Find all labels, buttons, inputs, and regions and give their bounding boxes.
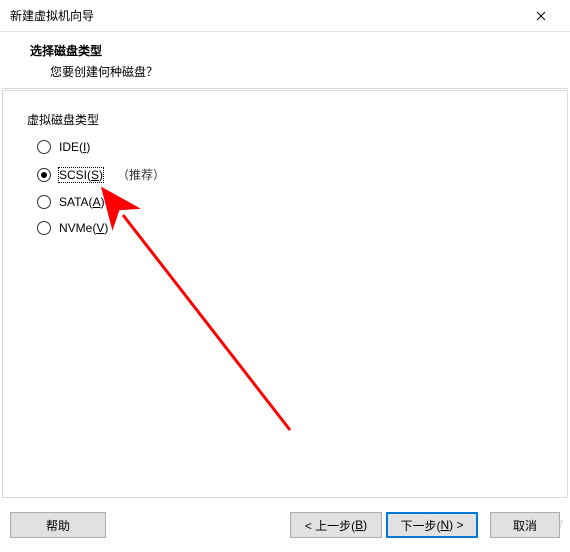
radio-label: IDE(I)	[59, 140, 90, 154]
cancel-button[interactable]: 取消	[490, 512, 560, 538]
radio-label: SCSI(S)	[59, 168, 103, 182]
page-subtitle: 您要创建何种磁盘？	[50, 63, 556, 80]
back-button[interactable]: < 上一步(B)	[290, 512, 382, 538]
radio-icon	[37, 195, 51, 209]
wizard-footer: 帮助 < 上一步(B) 下一步(N) > 取消	[0, 498, 570, 552]
divider	[2, 88, 568, 89]
help-button[interactable]: 帮助	[10, 512, 106, 538]
radio-ide[interactable]: IDE(I)	[37, 140, 543, 154]
disk-type-group: 虚拟磁盘类型 IDE(I) SCSI(S) （推荐） SATA(A) NVMe(…	[3, 91, 567, 267]
close-button[interactable]	[520, 2, 562, 30]
radio-icon	[37, 140, 51, 154]
wizard-header: 选择磁盘类型 您要创建何种磁盘？	[0, 32, 570, 88]
radio-label: NVMe(V)	[59, 221, 108, 235]
content-panel: 虚拟磁盘类型 IDE(I) SCSI(S) （推荐） SATA(A) NVMe(…	[2, 90, 568, 498]
radio-label: SATA(A)	[59, 195, 105, 209]
close-icon	[536, 11, 546, 21]
radio-icon	[37, 221, 51, 235]
window-title: 新建虚拟机向导	[10, 7, 520, 24]
recommend-label: （推荐）	[117, 166, 165, 183]
radio-sata[interactable]: SATA(A)	[37, 195, 543, 209]
radio-scsi[interactable]: SCSI(S) （推荐）	[37, 166, 543, 183]
radio-nvme[interactable]: NVMe(V)	[37, 221, 543, 235]
page-title: 选择磁盘类型	[30, 42, 556, 59]
titlebar: 新建虚拟机向导	[0, 0, 570, 32]
next-button[interactable]: 下一步(N) >	[386, 512, 478, 538]
radio-icon	[37, 168, 51, 182]
group-legend: 虚拟磁盘类型	[27, 111, 543, 128]
